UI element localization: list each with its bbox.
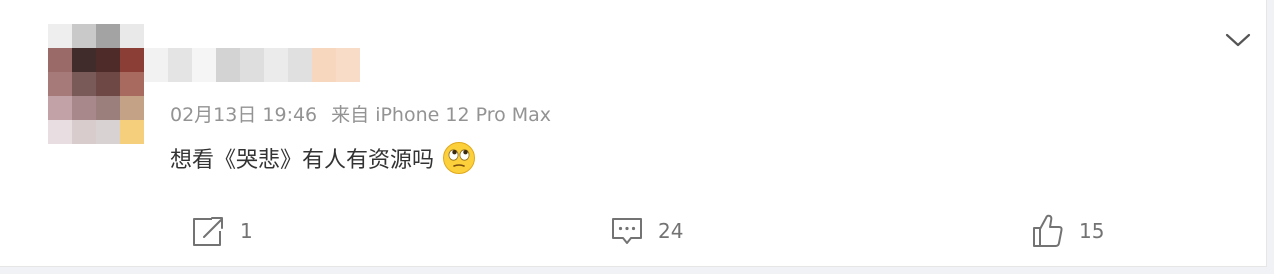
more-options-button[interactable] (1222, 26, 1254, 54)
avatar[interactable] (48, 24, 144, 144)
forward-count: 1 (240, 219, 253, 243)
like-button[interactable]: 15 (1031, 213, 1104, 249)
rolling-eyes-emoji (443, 142, 476, 174)
post-meta: 02月13日 19:46 来自 iPhone 12 Pro Max (170, 100, 565, 127)
post-source: 来自 iPhone 12 Pro Max (331, 104, 552, 126)
username[interactable] (144, 48, 360, 82)
like-count: 15 (1079, 219, 1105, 243)
comment-body: 想看《哭悲》有人有资源吗 (170, 148, 435, 173)
post-timestamp: 02月13日 19:46 (170, 104, 318, 126)
forward-button[interactable]: 1 (190, 213, 253, 249)
comment-text: 想看《哭悲》有人有资源吗 (170, 141, 476, 175)
comment-icon (612, 218, 642, 244)
thumbs-up-icon (1033, 214, 1063, 247)
comment-card: 02月13日 19:46 来自 iPhone 12 Pro Max 想看《哭悲》有… (0, 0, 1267, 267)
comment-count: 24 (658, 219, 684, 243)
chevron-down-icon (1225, 33, 1251, 47)
comment-button[interactable]: 24 (610, 213, 683, 249)
share-icon (193, 217, 223, 246)
